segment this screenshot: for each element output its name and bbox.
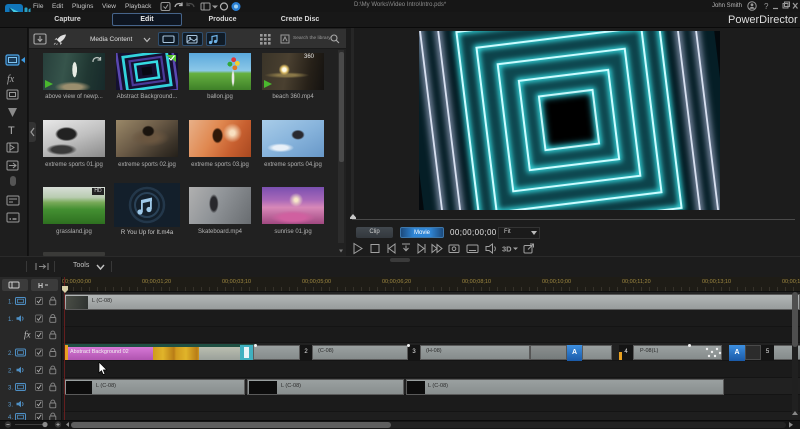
svg-text:3.: 3. bbox=[8, 386, 13, 392]
svg-text:3.: 3. bbox=[8, 403, 13, 409]
svg-text:1.: 1. bbox=[8, 300, 13, 306]
svg-text:3D: 3D bbox=[502, 245, 512, 254]
svg-text:fx: fx bbox=[24, 330, 31, 340]
svg-text:2.: 2. bbox=[8, 351, 13, 357]
svg-text:fx: fx bbox=[7, 74, 15, 85]
svg-text:H: H bbox=[38, 283, 43, 290]
svg-text:?: ? bbox=[764, 2, 769, 11]
svg-text:T: T bbox=[8, 125, 15, 137]
svg-text:2.: 2. bbox=[8, 369, 13, 375]
svg-text:1.: 1. bbox=[8, 317, 13, 323]
